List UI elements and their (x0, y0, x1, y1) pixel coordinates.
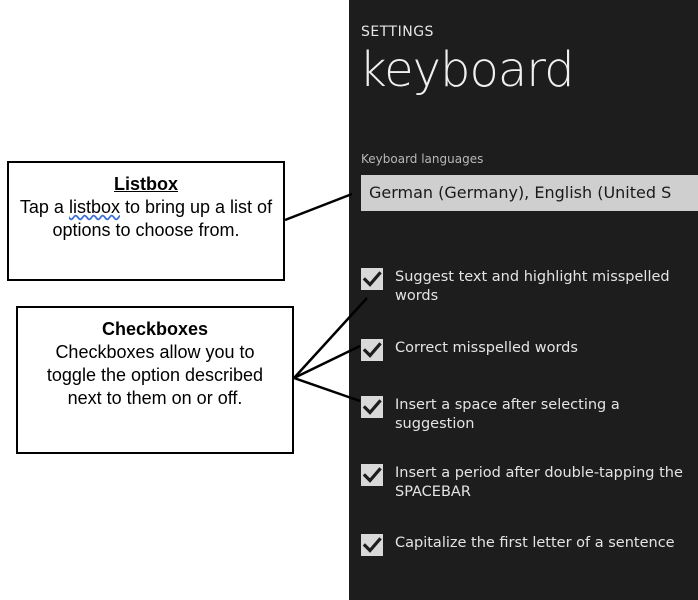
callout-title: Listbox (113, 174, 178, 194)
callout-title: Checkboxes (101, 319, 209, 339)
checkmark-icon (362, 399, 382, 415)
keyboard-languages-label: Keyboard languages (361, 152, 484, 166)
checkbox-label: Insert a period after double-tapping the… (395, 465, 683, 500)
settings-screen: SETTINGS keyboard Keyboard languages Ger… (349, 0, 698, 600)
checkmark-icon (362, 467, 382, 483)
callout-body: Tap a listbox to bring up a list of opti… (19, 197, 273, 240)
keyboard-languages-listbox[interactable]: German (Germany), English (United S (361, 175, 698, 211)
page-title: keyboard (359, 42, 575, 98)
checkbox[interactable] (361, 339, 383, 361)
checkbox-label: Insert a space after selecting a suggest… (395, 397, 620, 432)
checkbox[interactable] (361, 396, 383, 418)
listbox-callout: Listbox Tap a listbox to bring up a list… (7, 161, 285, 281)
checkbox[interactable] (361, 534, 383, 556)
checkbox[interactable] (361, 268, 383, 290)
checkboxes-callout: Checkboxes Checkboxes allow you to toggl… (16, 306, 294, 454)
section-label: SETTINGS (361, 24, 434, 40)
checkbox[interactable] (361, 464, 383, 486)
callout-body: Checkboxes allow you to toggle the optio… (46, 342, 264, 408)
checkbox-label: Correct misspelled words (395, 340, 578, 356)
checkbox-label: Suggest text and highlight misspelled wo… (395, 269, 670, 304)
checkmark-icon (362, 342, 382, 358)
checkmark-icon (362, 537, 382, 553)
checkbox-label: Capitalize the first letter of a sentenc… (395, 535, 675, 551)
checkmark-icon (362, 271, 382, 287)
